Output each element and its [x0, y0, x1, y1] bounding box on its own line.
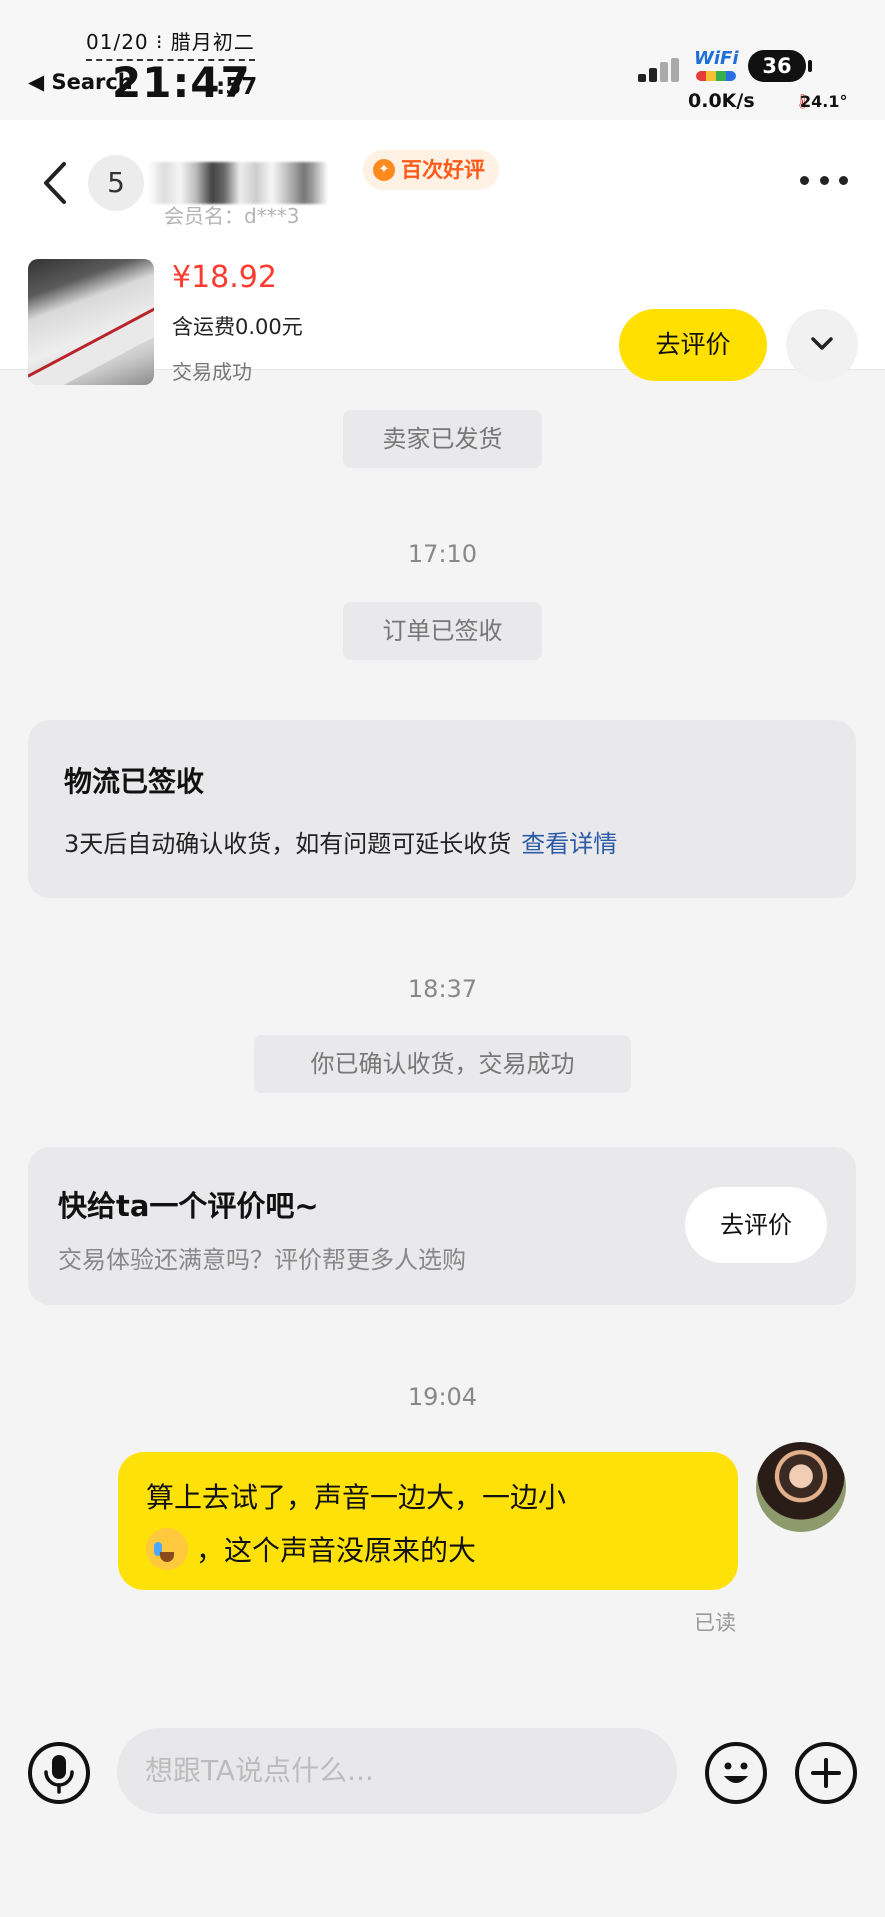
system-pill-signed: 订单已签收: [343, 602, 542, 660]
review-card-desc: 交易体验还满意吗？评价帮更多人选购: [58, 1246, 466, 1274]
expand-button[interactable]: [786, 309, 858, 381]
timestamp-3: 19:04: [407, 1383, 478, 1411]
plus-icon[interactable]: [795, 1742, 857, 1804]
message-bubble[interactable]: 算上去试了，声音一边大，一边小 ，这个声音没原来的大: [118, 1452, 738, 1590]
message-line-1: 算上去试了，声音一边大，一边小: [146, 1481, 567, 1514]
timestamp-1: 17:10: [407, 540, 478, 568]
medal-icon: ✦: [373, 159, 395, 181]
message-input[interactable]: 想跟TA说点什么...: [117, 1728, 677, 1814]
system-pill-confirmed: 你已确认收货，交易成功: [254, 1035, 631, 1093]
message-line-2: ，这个声音没原来的大: [196, 1534, 477, 1567]
trade-status: 交易成功: [172, 360, 252, 384]
review-badge-label: 百次好评: [401, 158, 485, 182]
emoji-icon[interactable]: [705, 1742, 767, 1804]
chat-header: 5 会员名：d***3 ✦ 百次好评 ¥18.92 含运费0.00元 交易成功 …: [0, 120, 885, 385]
net-speed: 0.0K/s: [688, 90, 755, 112]
status-date: 01/20 ⁝ 腊月初二: [86, 26, 255, 61]
read-status: 已读: [694, 1611, 736, 1635]
seller-name-redacted: [148, 162, 348, 204]
crying-laughing-emoji-icon: [146, 1528, 188, 1570]
system-pill-shipped: 卖家已发货: [343, 410, 542, 468]
battery-tip: [808, 60, 812, 72]
member-name: 会员名：d***3: [164, 204, 300, 228]
timestamp-2: 18:37: [407, 975, 478, 1003]
chevron-down-icon: [811, 337, 833, 350]
input-bar: 想跟TA说点什么...: [0, 1700, 885, 1917]
wifi-strength-icon: [696, 71, 736, 81]
temperature: 24.1°: [800, 92, 848, 111]
more-icon[interactable]: [800, 170, 848, 190]
signal-icon: [638, 58, 679, 82]
product-thumbnail[interactable]: [28, 259, 154, 385]
seller-avatar[interactable]: 5: [88, 155, 144, 211]
review-card-title: 快给ta一个评价吧~: [58, 1189, 319, 1223]
logistics-card: 物流已签收 3天后自动确认收货，如有问题可延长收货 查看详情: [28, 720, 856, 898]
review-card-button[interactable]: 去评价: [685, 1187, 827, 1263]
product-price: ¥18.92: [172, 260, 277, 295]
rate-button[interactable]: 去评价: [619, 309, 767, 381]
logistics-title: 物流已签收: [64, 765, 205, 798]
shipping-fee: 含运费0.00元: [172, 315, 303, 339]
logistics-desc-text: 3天后自动确认收货，如有问题可延长收货: [64, 830, 512, 858]
wifi-icon: WiFi: [694, 48, 739, 69]
review-card: 快给ta一个评价吧~ 交易体验还满意吗？评价帮更多人选购 去评价: [28, 1147, 856, 1305]
status-seconds: :57: [216, 74, 258, 100]
logistics-desc: 3天后自动确认收货，如有问题可延长收货 查看详情: [64, 824, 617, 859]
battery-icon: 36: [748, 50, 806, 82]
voice-icon[interactable]: [28, 1742, 90, 1804]
review-badge[interactable]: ✦ 百次好评: [363, 150, 499, 190]
user-avatar[interactable]: [756, 1442, 846, 1532]
message-line-2-row: ，这个声音没原来的大: [146, 1528, 476, 1570]
back-arrow-icon[interactable]: [36, 158, 76, 208]
view-details-link[interactable]: 查看详情: [521, 830, 617, 858]
status-bar: 01/20 ⁝ 腊月初二 ◀ Search 21:47 :57 WiFi 0.0…: [0, 0, 885, 120]
